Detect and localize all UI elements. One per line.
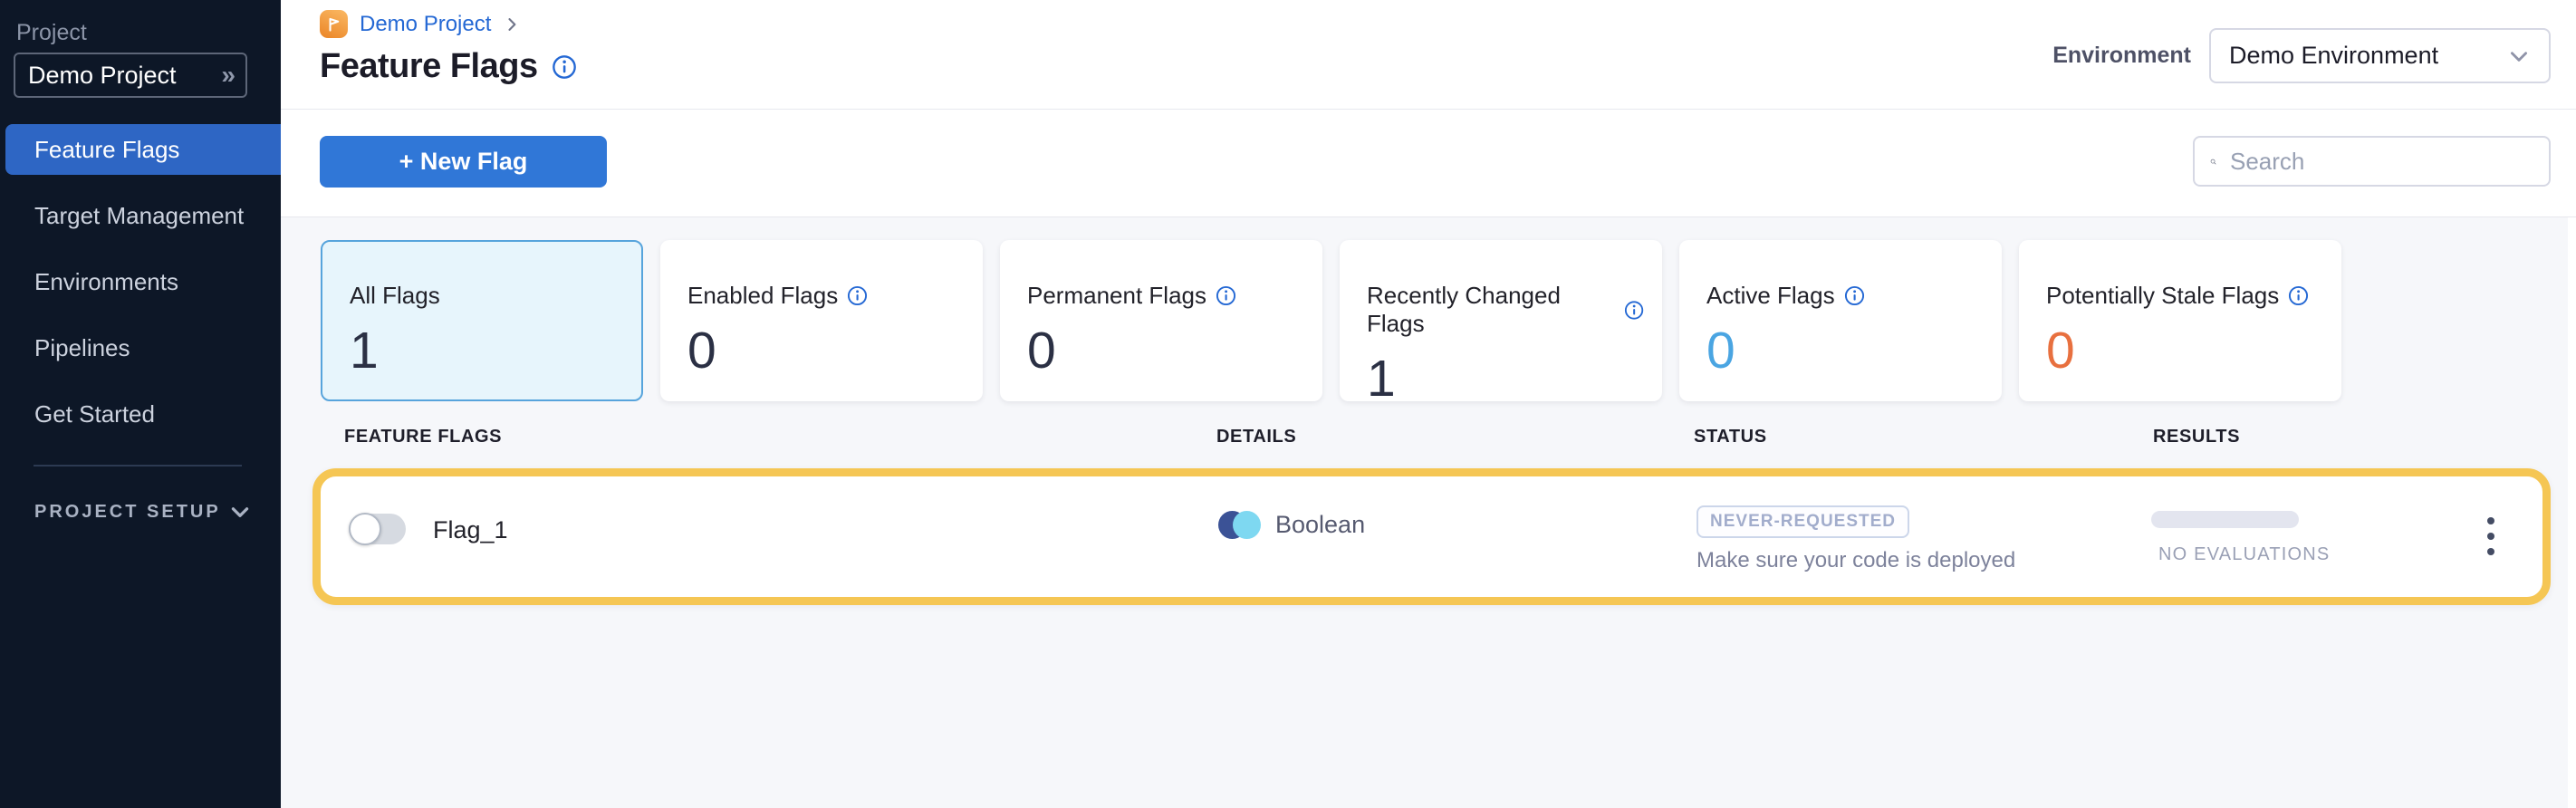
info-icon[interactable] [552, 54, 577, 80]
boolean-type-icon [1218, 511, 1261, 539]
breadcrumb: Demo Project [320, 10, 521, 38]
sidebar-item-label: Get Started [34, 400, 155, 428]
kebab-dot [2487, 533, 2494, 540]
column-header-status: STATUS [1694, 427, 1767, 447]
environment-label: Environment [2052, 43, 2191, 69]
stat-card-active-flags[interactable]: Active Flags 0 [1679, 240, 2002, 401]
status-message: Make sure your code is deployed [1697, 548, 2015, 573]
sidebar-item-get-started[interactable]: Get Started [0, 389, 281, 439]
search-icon [2210, 149, 2216, 174]
sidebar-item-feature-flags[interactable]: Feature Flags [5, 124, 281, 175]
flag-name[interactable]: Flag_1 [433, 516, 508, 544]
stat-card-value: 0 [2046, 321, 2323, 380]
toggle-knob [349, 513, 381, 545]
app-window: Project Demo Project » Feature Flags Tar… [0, 0, 2576, 808]
column-header-details: DETAILS [1216, 427, 1296, 447]
sidebar-nav: Feature Flags Target Management Environm… [0, 124, 281, 455]
evaluations-progress-bar [2151, 511, 2299, 528]
main-content: All Flags 1 Enabled Flags 0 Permanent Fl… [281, 217, 2576, 808]
sidebar-item-label: Pipelines [34, 334, 130, 362]
flag-type-label: Boolean [1275, 511, 1365, 539]
environment-picker: Environment Demo Environment [2052, 28, 2551, 83]
sidebar-divider [34, 465, 242, 467]
stat-card-label: Permanent Flags [1027, 282, 1206, 310]
environment-select-value: Demo Environment [2229, 42, 2438, 70]
stat-card-all-flags[interactable]: All Flags 1 [321, 240, 643, 401]
sidebar-item-pipelines[interactable]: Pipelines [0, 322, 281, 373]
flag-toggle[interactable] [349, 514, 406, 544]
feature-flags-module-icon [320, 10, 348, 38]
sidebar-item-label: Feature Flags [34, 136, 179, 164]
new-flag-button[interactable]: + New Flag [320, 136, 607, 188]
title-row: Feature Flags [320, 47, 577, 86]
stat-card-value: 1 [350, 321, 623, 380]
stat-card-enabled-flags[interactable]: Enabled Flags 0 [660, 240, 983, 401]
status-badge: NEVER-REQUESTED [1697, 505, 1909, 538]
environment-select[interactable]: Demo Environment [2209, 28, 2551, 83]
stat-card-potentially-stale-flags[interactable]: Potentially Stale Flags 0 [2019, 240, 2341, 401]
search-box[interactable] [2193, 136, 2551, 187]
project-setup-toggle[interactable]: PROJECT SETUP [34, 500, 252, 524]
stat-card-label: Enabled Flags [687, 282, 838, 310]
info-icon[interactable] [2288, 285, 2309, 306]
sidebar-item-label: Environments [34, 268, 178, 296]
stat-card-value: 1 [1367, 349, 1644, 409]
chevron-down-icon [228, 500, 252, 524]
sidebar-item-environments[interactable]: Environments [0, 256, 281, 307]
sidebar-item-label: Target Management [34, 202, 244, 230]
search-input[interactable] [2230, 148, 2533, 176]
stat-card-recently-changed-flags[interactable]: Recently Changed Flags 1 [1340, 240, 1662, 401]
info-icon[interactable] [847, 285, 868, 306]
page-header: Demo Project Feature Flags Environment D… [281, 0, 2576, 110]
stat-card-label: Recently Changed Flags [1367, 282, 1615, 338]
row-options-menu-button[interactable] [2469, 504, 2513, 569]
kebab-dot [2487, 548, 2494, 555]
stat-card-value: 0 [687, 321, 965, 380]
stat-card-value: 0 [1706, 321, 1984, 380]
column-header-results: RESULTS [2153, 427, 2240, 447]
scrollbar-track[interactable] [2568, 217, 2576, 808]
project-setup-label: PROJECT SETUP [34, 502, 221, 523]
project-section-label: Project [16, 20, 87, 46]
project-selector[interactable]: Demo Project » [14, 53, 247, 98]
stat-card-value: 0 [1027, 321, 1304, 380]
stat-card-label: Potentially Stale Flags [2046, 282, 2279, 310]
info-icon[interactable] [1624, 300, 1644, 321]
evaluations-label: NO EVALUATIONS [2158, 544, 2330, 565]
chevron-down-icon [2507, 44, 2531, 68]
column-header-feature-flags: FEATURE FLAGS [344, 427, 502, 447]
sidebar: Project Demo Project » Feature Flags Tar… [0, 0, 281, 808]
table-row[interactable]: Flag_1 Boolean NEVER-REQUESTED Make sure… [312, 468, 2551, 605]
kebab-dot [2487, 517, 2494, 524]
page-title: Feature Flags [320, 47, 538, 86]
toolbar: + New Flag [281, 110, 2576, 217]
chevron-right-icon [503, 15, 521, 34]
stat-card-label: All Flags [350, 282, 440, 310]
info-icon[interactable] [1216, 285, 1236, 306]
flag-type-cell: Boolean [1218, 511, 1365, 539]
sidebar-item-target-management[interactable]: Target Management [0, 190, 281, 241]
stats-cards: All Flags 1 Enabled Flags 0 Permanent Fl… [321, 240, 2341, 401]
stat-card-label: Active Flags [1706, 282, 1835, 310]
stat-card-permanent-flags[interactable]: Permanent Flags 0 [1000, 240, 1322, 401]
breadcrumb-project-link[interactable]: Demo Project [360, 12, 491, 37]
double-chevron-right-icon[interactable]: » [221, 61, 233, 90]
info-icon[interactable] [1844, 285, 1865, 306]
project-selector-value: Demo Project [28, 62, 177, 90]
